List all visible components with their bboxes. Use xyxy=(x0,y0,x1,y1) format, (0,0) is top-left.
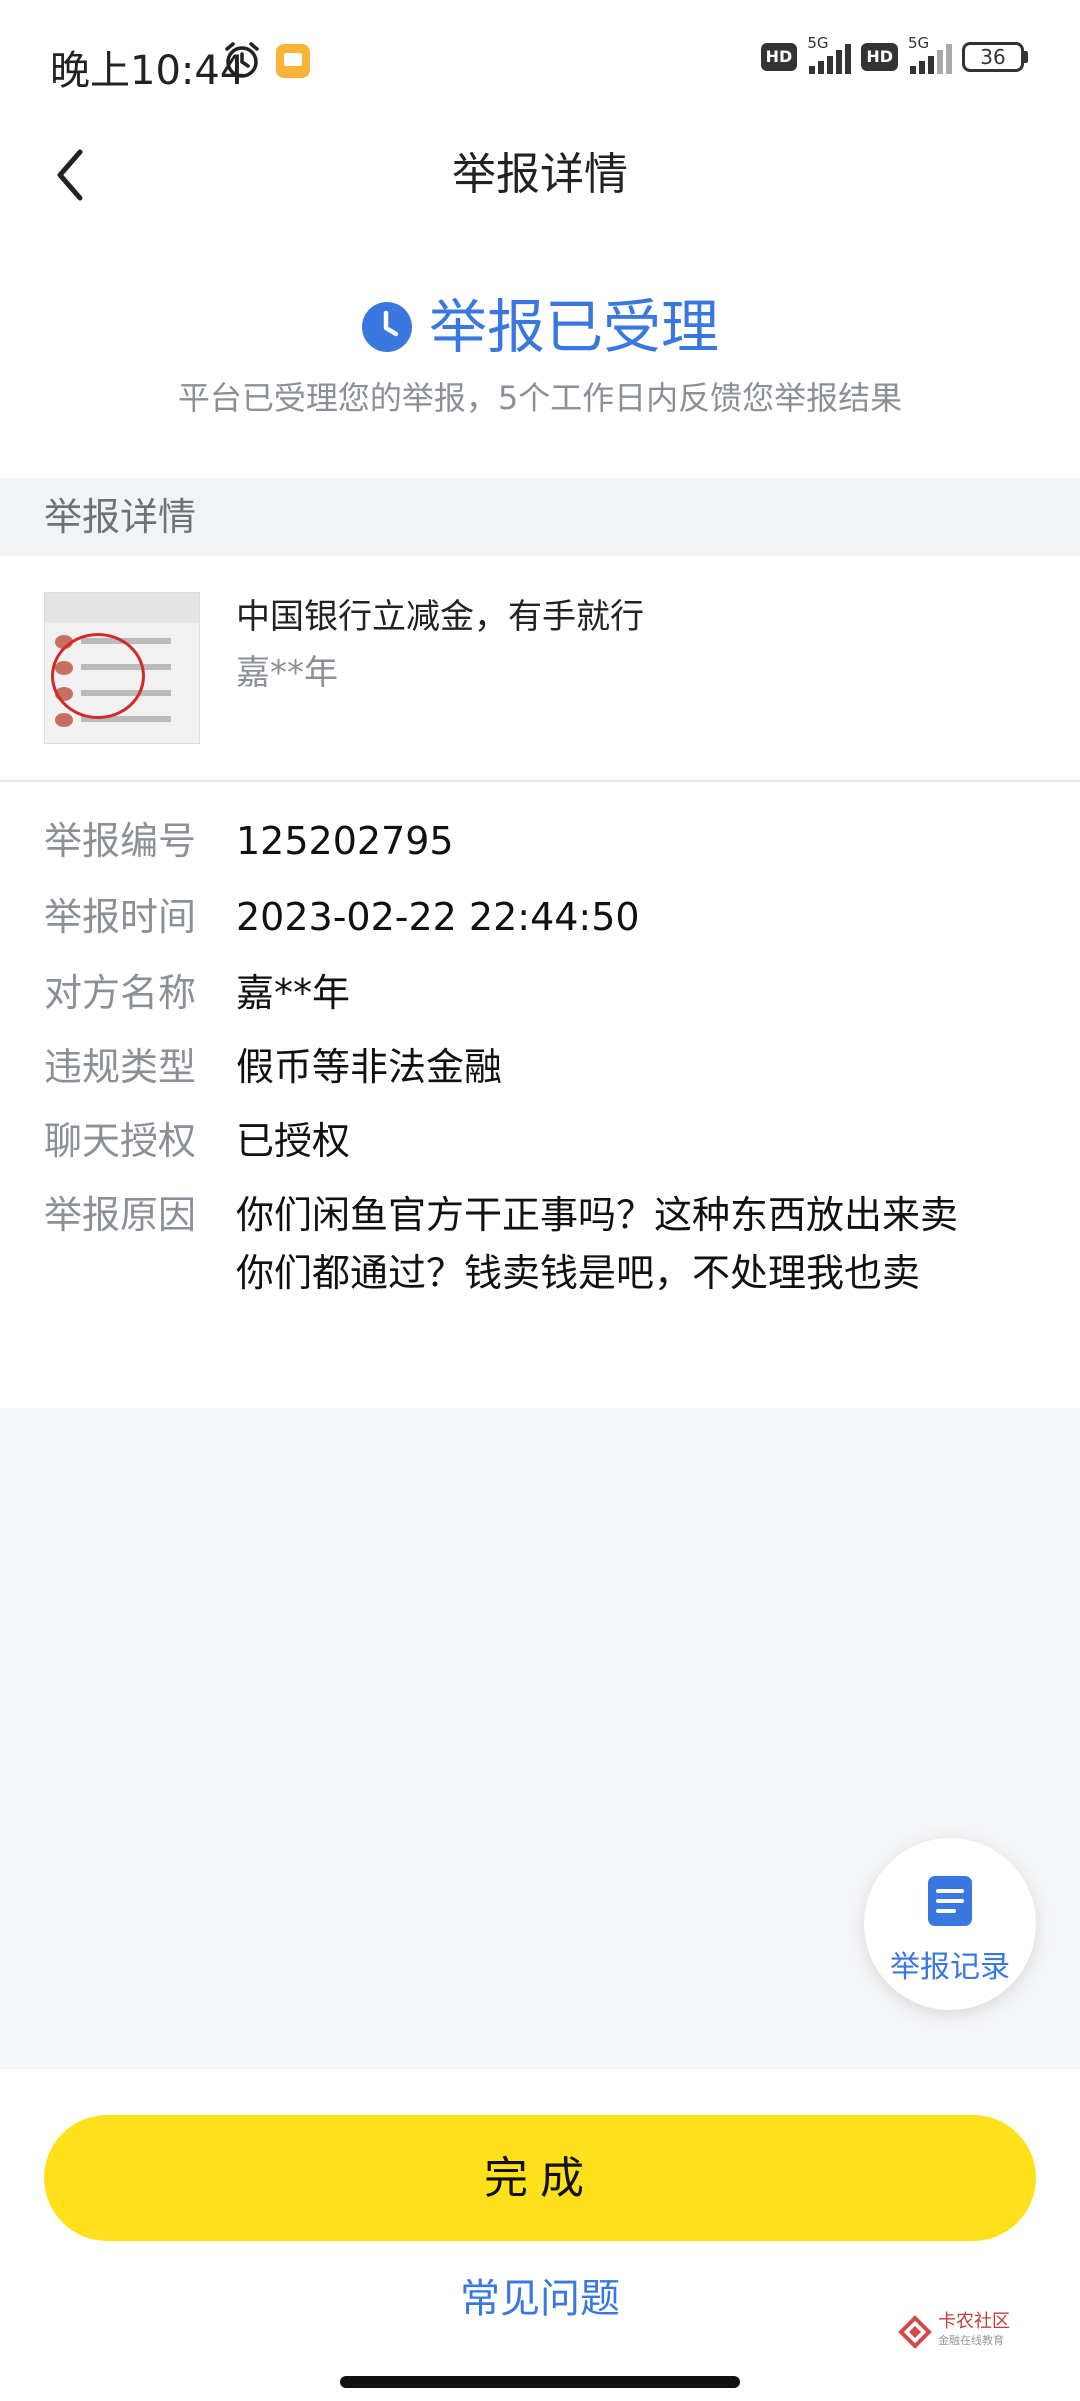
section-title: 举报详情 xyxy=(44,495,197,539)
section-header: 举报详情 xyxy=(0,478,1080,556)
notification-app-icon xyxy=(276,44,310,78)
detail-label: 对方名称 xyxy=(44,971,197,1015)
product-thumbnail xyxy=(44,592,200,744)
watermark-subtitle: 金融在线教育 xyxy=(938,2334,1004,2347)
clock-icon xyxy=(361,302,412,352)
hd-badge: HD xyxy=(760,43,798,71)
watermark: 卡农社区 金融在线教育 xyxy=(898,2307,1028,2357)
detail-value: 假币等非法金融 xyxy=(236,1045,503,1089)
detail-value: 你们闲鱼官方干正事吗？这种东西放出来卖你们都通过？钱卖钱是吧，不处理我也卖 xyxy=(236,1193,959,1295)
bottom-action-panel: 完成 常见问题 卡农社区 金融在线教育 xyxy=(0,2068,1080,2401)
status-bar: 晚上10:44 HD 5G HD 5G 36 xyxy=(0,0,1080,120)
detail-value: 已授权 xyxy=(236,1119,351,1163)
done-button[interactable]: 完成 xyxy=(44,2115,1036,2241)
navigation-bar: 举报详情 xyxy=(0,120,1080,270)
watermark-logo-icon xyxy=(898,2315,932,2349)
reported-item-card[interactable]: 中国银行立减金，有手就行 嘉**年 xyxy=(0,556,1080,782)
document-icon xyxy=(928,1876,972,1926)
battery-icon: 36 xyxy=(962,42,1028,72)
report-status-section: 举报已受理 平台已受理您的举报，5个工作日内反馈您举报结果 xyxy=(0,270,1080,478)
status-time: 晚上10:44 xyxy=(50,48,246,94)
signal-icon: 5G xyxy=(807,34,852,74)
alarm-clock-icon xyxy=(225,42,259,78)
detail-label: 举报时间 xyxy=(44,895,197,939)
status-headline: 举报已受理 xyxy=(428,293,719,361)
detail-label: 聊天授权 xyxy=(44,1119,197,1163)
report-records-button[interactable]: 举报记录 xyxy=(864,1838,1036,2010)
detail-label: 举报编号 xyxy=(44,819,197,863)
status-indicators: HD 5G HD 5G 36 xyxy=(760,34,1028,74)
home-indicator[interactable] xyxy=(340,2376,740,2388)
product-seller: 嘉**年 xyxy=(236,653,338,693)
hd-badge: HD xyxy=(861,43,898,71)
detail-label: 违规类型 xyxy=(44,1045,197,1089)
detail-value: 嘉**年 xyxy=(236,971,351,1015)
report-records-label: 举报记录 xyxy=(890,1950,1010,1985)
watermark-name: 卡农社区 xyxy=(938,2311,1010,2332)
battery-level: 36 xyxy=(962,42,1024,72)
signal-icon: 5G xyxy=(908,34,952,74)
report-detail-list: 举报编号 125202795 举报时间 2023-02-22 22:44:50 … xyxy=(0,782,1080,1408)
detail-label: 举报原因 xyxy=(44,1193,197,1237)
detail-value: 2023-02-22 22:44:50 xyxy=(236,895,640,939)
page-title: 举报详情 xyxy=(452,149,628,200)
product-title: 中国银行立减金，有手就行 xyxy=(236,597,644,637)
status-description: 平台已受理您的举报，5个工作日内反馈您举报结果 xyxy=(177,379,903,417)
detail-value: 125202795 xyxy=(236,819,454,863)
